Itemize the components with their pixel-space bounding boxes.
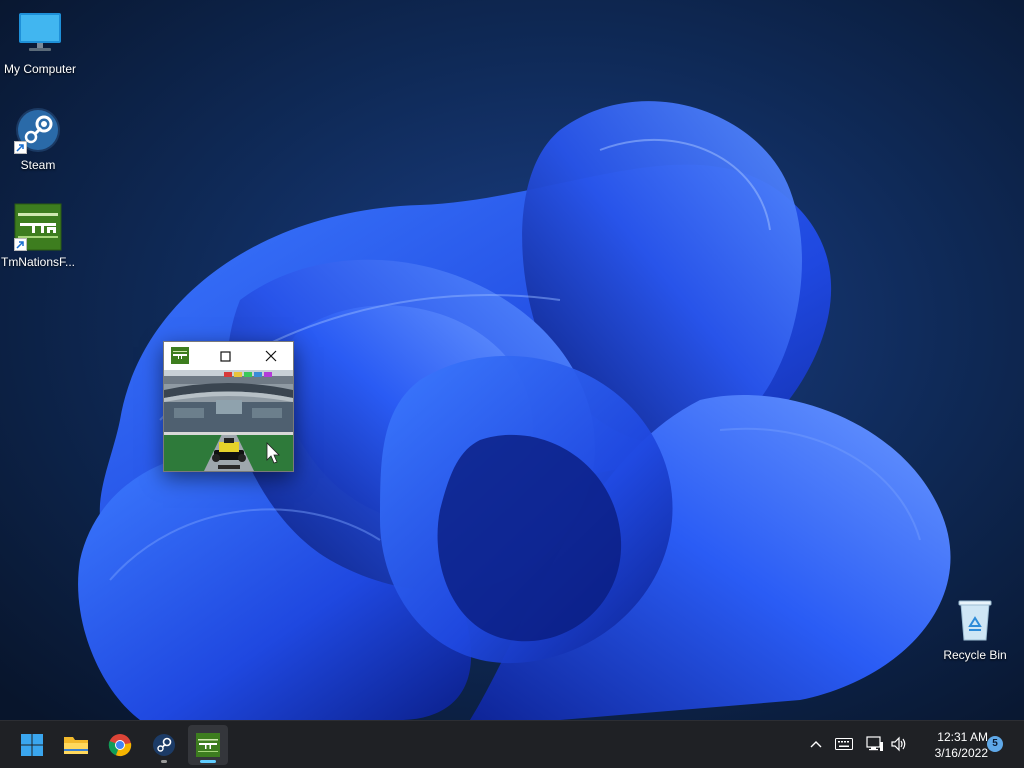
recycle-bin-icon — [951, 596, 999, 644]
window-titlebar[interactable] — [164, 342, 293, 370]
chrome-icon — [108, 734, 132, 757]
taskbar-steam[interactable] — [144, 725, 184, 765]
volume-button[interactable] — [889, 733, 911, 755]
start-button[interactable] — [12, 725, 52, 765]
notification-badge[interactable]: 5 — [987, 736, 1003, 752]
taskbar-chrome[interactable] — [100, 725, 140, 765]
show-hidden-icons-button[interactable] — [805, 733, 827, 755]
tmnations-window[interactable] — [163, 341, 294, 472]
clock-date: 3/16/2022 — [934, 746, 988, 760]
keyboard-button[interactable] — [833, 733, 855, 755]
taskbar-tmnations[interactable] — [188, 725, 228, 765]
desktop-icon-tmnations[interactable]: TmNationsF... — [0, 203, 78, 270]
desktop-icon-label: TmNationsF... — [0, 255, 75, 269]
keyboard-icon — [835, 738, 853, 750]
network-icon — [866, 736, 883, 751]
desktop-icon-recycle-bin[interactable]: Recycle Bin — [935, 596, 1015, 663]
folder-icon — [64, 737, 88, 754]
chevron-up-icon — [810, 741, 822, 748]
windows-start-icon — [21, 734, 43, 756]
volume-icon — [891, 736, 906, 752]
desktop-icon-label: Recycle Bin — [943, 648, 1007, 662]
clock-time: 12:31 AM — [937, 730, 988, 744]
active-indicator — [200, 760, 216, 763]
close-button[interactable] — [261, 346, 281, 366]
running-indicator — [161, 760, 167, 763]
close-icon — [265, 350, 277, 362]
shortcut-arrow-icon — [14, 141, 27, 154]
steam-icon — [153, 734, 175, 756]
taskbar: 12:31 AM 3/16/2022 — [0, 720, 1024, 768]
system-clock[interactable]: 12:31 AM 3/16/2022 — [916, 729, 988, 761]
maximize-icon — [220, 351, 231, 362]
tmnations-icon — [196, 733, 220, 757]
desktop-wallpaper — [0, 0, 1024, 720]
steam-icon — [14, 106, 62, 154]
maximize-button[interactable] — [215, 346, 235, 366]
tmnations-icon — [14, 203, 62, 251]
network-button[interactable] — [864, 733, 886, 755]
game-screenshot[interactable] — [164, 370, 293, 471]
tmnations-icon — [171, 347, 189, 364]
desktop-icon-steam[interactable]: Steam — [0, 106, 78, 173]
desktop-icon-my-computer[interactable]: My Computer — [0, 10, 80, 77]
shortcut-arrow-icon — [14, 238, 27, 251]
monitor-icon — [16, 10, 64, 58]
desktop-icon-label: Steam — [20, 158, 56, 172]
taskbar-file-explorer[interactable] — [56, 725, 96, 765]
desktop-icon-label: My Computer — [3, 62, 77, 76]
